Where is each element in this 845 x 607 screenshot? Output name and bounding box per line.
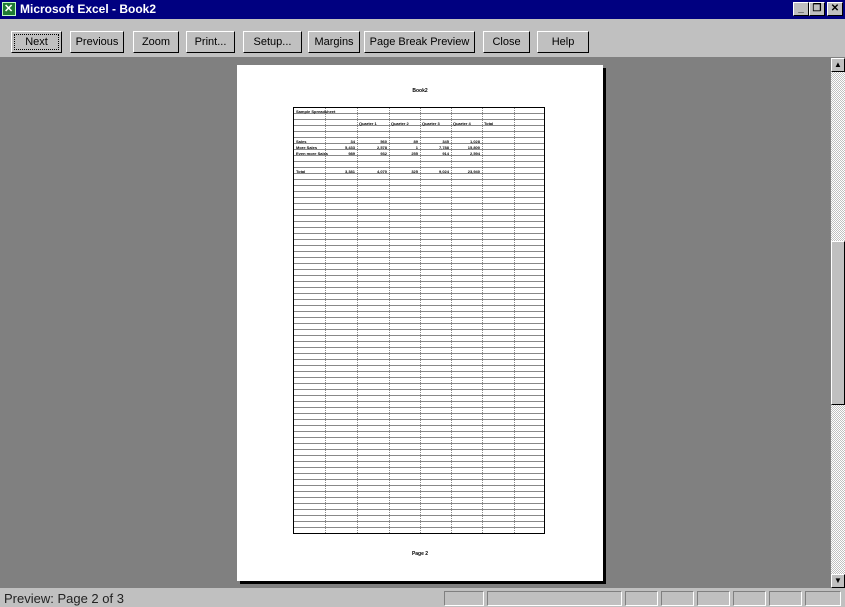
status-panel	[697, 591, 730, 606]
page-break-preview-button[interactable]: Page Break Preview	[364, 31, 475, 53]
status-panel	[625, 591, 658, 606]
data-cell: 345	[442, 139, 449, 144]
data-cell: 5,433	[344, 145, 355, 150]
preview-toolbar: Next Previous Zoom Print... Setup... Mar…	[0, 19, 845, 58]
data-cell: 914	[442, 151, 449, 156]
column-header: Quarter 4	[453, 121, 471, 126]
next-button[interactable]: Next	[11, 31, 62, 53]
data-cell: 325	[411, 169, 418, 174]
data-cell: 4,070	[376, 169, 387, 174]
previous-button[interactable]: Previous	[70, 31, 124, 53]
data-cell: 3,381	[344, 169, 355, 174]
close-button[interactable]: Close	[483, 31, 530, 53]
data-cell: 34	[350, 139, 355, 144]
scroll-thumb[interactable]	[831, 241, 845, 405]
sheet-title-cell: Sample Spreadsheet	[296, 109, 336, 114]
status-text: Preview: Page 2 of 3	[4, 591, 124, 606]
excel-icon[interactable]	[2, 2, 16, 16]
column-header: Quarter 2	[391, 121, 409, 126]
data-cell: 560	[380, 139, 387, 144]
row-label: Sales	[296, 139, 307, 144]
row-label: More Sales	[296, 145, 318, 150]
page-footer: Page 2	[411, 551, 429, 557]
status-bar: Preview: Page 2 of 3	[0, 588, 845, 607]
vertical-scrollbar[interactable]: ▲ ▼	[831, 58, 845, 588]
status-panel	[487, 591, 622, 606]
data-cell: 89	[413, 139, 418, 144]
data-cell: 932	[380, 151, 387, 156]
row-label: Even more Sales	[296, 151, 329, 156]
minimize-icon[interactable]: _	[793, 2, 809, 16]
page-header: Book2	[412, 88, 428, 94]
data-cell: 1	[415, 145, 418, 150]
title-bar: Microsoft Excel - Book2 _ ❐ ✕	[0, 0, 845, 19]
scroll-down-icon[interactable]: ▼	[831, 574, 845, 588]
data-cell: 1,028	[469, 139, 480, 144]
status-panel	[661, 591, 694, 606]
status-panel	[805, 591, 841, 606]
scroll-up-icon[interactable]: ▲	[831, 58, 845, 72]
column-header: Quarter 3	[422, 121, 440, 126]
help-button[interactable]: Help	[537, 31, 589, 53]
data-cell: 2,594	[469, 151, 480, 156]
margins-button[interactable]: Margins	[308, 31, 360, 53]
print-button[interactable]: Print...	[186, 31, 235, 53]
data-cell: 23,940	[467, 169, 480, 174]
data-cell: 989	[348, 151, 355, 156]
data-cell: 7,788	[438, 145, 449, 150]
status-panel	[769, 591, 802, 606]
data-cell: 2,578	[376, 145, 387, 150]
row-label: Total	[296, 169, 306, 174]
close-icon[interactable]: ✕	[827, 2, 843, 16]
spreadsheet-grid: Sample Spreadsheet Quarter 1 Quarter 2 Q…	[293, 107, 545, 534]
zoom-button[interactable]: Zoom	[133, 31, 179, 53]
data-cell: 9,024	[438, 169, 449, 174]
data-cell: 255	[411, 151, 418, 156]
restore-icon[interactable]: ❐	[809, 2, 825, 16]
column-header: Total	[484, 121, 494, 126]
column-header: Quarter 1	[359, 121, 377, 126]
status-panel	[733, 591, 766, 606]
window-title: Microsoft Excel - Book2	[20, 2, 157, 16]
status-panel	[444, 591, 484, 606]
setup-button[interactable]: Setup...	[243, 31, 302, 53]
data-cell: 15,800	[467, 145, 480, 150]
